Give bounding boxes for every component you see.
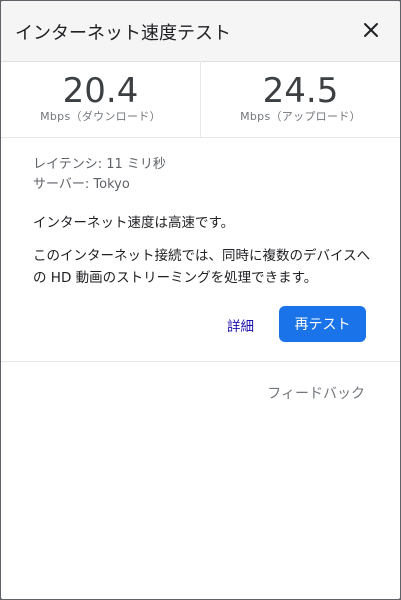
speed-test-dialog: インターネット速度テスト 20.4 Mbps（ダウンロード） 24.5 Mbps… — [1, 1, 400, 599]
feedback-link[interactable]: フィードバック — [267, 383, 365, 403]
download-value: 20.4 — [62, 71, 139, 111]
download-label: Mbps（ダウンロード） — [40, 110, 161, 123]
divider — [1, 361, 400, 362]
server-text: サーバー: Tokyo — [33, 177, 130, 192]
details-link[interactable]: 詳細 — [227, 315, 254, 335]
download-speed: 20.4 Mbps（ダウンロード） — [1, 61, 201, 137]
close-icon — [364, 23, 378, 37]
test-details: レイテンシ: 11 ミリ秒 サーバー: Tokyo — [33, 155, 166, 195]
dialog-title: インターネット速度テスト — [15, 23, 231, 44]
upload-value: 24.5 — [262, 71, 339, 111]
upload-speed: 24.5 Mbps（アップロード） — [201, 61, 400, 137]
speed-description: このインターネット接続では、同時に複数のデバイスへの HD 動画のストリーミング… — [33, 248, 371, 286]
latency-text: レイテンシ: 11 ミリ秒 — [33, 157, 166, 172]
retest-button[interactable]: 再テスト — [279, 306, 366, 342]
close-button[interactable] — [356, 15, 386, 45]
speed-results: 20.4 Mbps（ダウンロード） 24.5 Mbps（アップロード） — [1, 61, 400, 138]
dialog-header: インターネット速度テスト — [1, 1, 400, 62]
speed-status: インターネット速度は高速です。 — [33, 215, 235, 231]
upload-label: Mbps（アップロード） — [240, 110, 361, 123]
